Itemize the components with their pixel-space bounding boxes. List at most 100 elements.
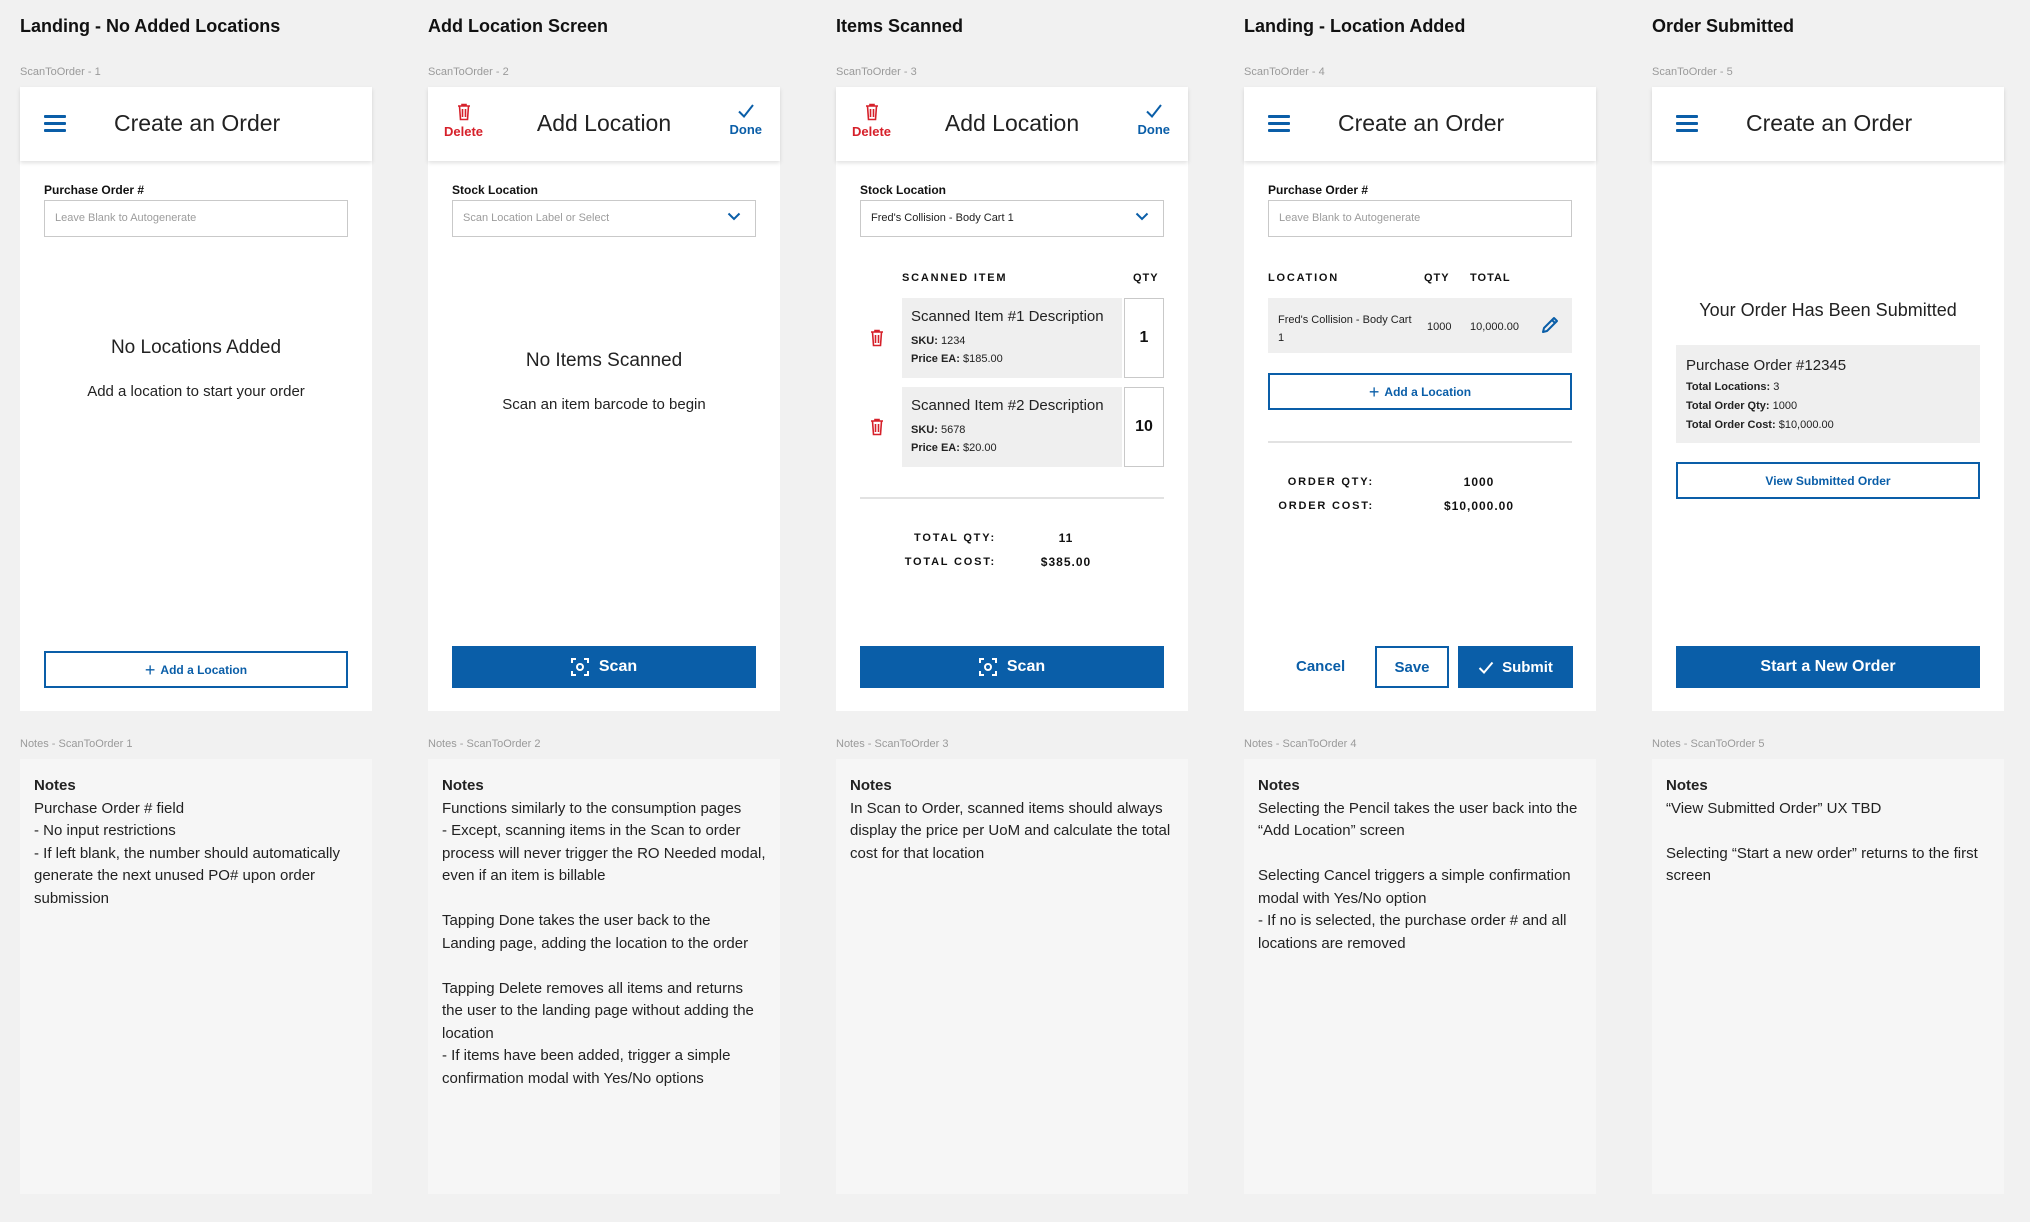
notes-panel: Notes Selecting the Pencil takes the use… bbox=[1244, 759, 1596, 1194]
add-location-button[interactable]: + Add a Location bbox=[44, 651, 348, 688]
scanned-item-row[interactable]: Scanned Item #2 Description SKU: 5678 Pr… bbox=[902, 387, 1122, 467]
app-title: Create an Order bbox=[114, 110, 281, 136]
notes-body: Functions similarly to the consumption p… bbox=[442, 799, 766, 1087]
column-header-qty: QTY bbox=[1133, 272, 1159, 284]
stock-location-select[interactable]: Scan Location Label or Select bbox=[452, 200, 756, 237]
add-location-label: Add a Location bbox=[1384, 384, 1472, 399]
phone-frame: Delete Add Location Done Stock Location … bbox=[428, 87, 780, 711]
check-icon bbox=[1146, 104, 1162, 119]
scan-button[interactable]: Scan bbox=[860, 646, 1164, 688]
stock-location-label: Stock Location bbox=[452, 183, 539, 197]
screen-title: Landing - No Added Locations bbox=[20, 16, 281, 36]
empty-state-title: No Items Scanned bbox=[525, 350, 683, 371]
done-button[interactable]: Done bbox=[729, 103, 763, 137]
notes-frame-label: Notes - ScanToOrder 1 bbox=[20, 738, 133, 750]
scan-icon bbox=[570, 658, 589, 676]
notes-frame-label: Notes - ScanToOrder 4 bbox=[1244, 738, 1357, 750]
po-input[interactable]: Leave Blank to Autogenerate bbox=[1268, 200, 1572, 237]
app-title: Add Location bbox=[536, 110, 672, 136]
submit-label: Submit bbox=[1502, 658, 1553, 676]
order-qty-label: ORDER QTY: bbox=[1287, 476, 1374, 488]
app-title: Add Location bbox=[944, 110, 1080, 136]
screen-title: Landing - Location Added bbox=[1244, 16, 1466, 36]
scanned-item-row[interactable]: Scanned Item #1 Description SKU: 1234 Pr… bbox=[902, 298, 1122, 378]
frame-label: ScanToOrder - 2 bbox=[428, 66, 509, 78]
add-location-label: Add a Location bbox=[160, 662, 248, 677]
trash-icon[interactable] bbox=[870, 329, 884, 347]
phone-frame: Create an Order Your Order Has Been Subm… bbox=[1652, 87, 2004, 711]
item-price: Price EA: $20.00 bbox=[911, 442, 997, 454]
stock-location-placeholder: Scan Location Label or Select bbox=[463, 212, 610, 224]
divider bbox=[1268, 441, 1572, 443]
app-bar: Create an Order bbox=[1652, 87, 2004, 161]
total-order-qty: Total Order Qty: 1000 bbox=[1686, 400, 1798, 412]
menu-icon[interactable] bbox=[1268, 115, 1290, 133]
done-label: Done bbox=[1137, 122, 1171, 137]
app-title: Create an Order bbox=[1338, 110, 1505, 136]
empty-state-subtitle: Scan an item barcode to begin bbox=[502, 396, 706, 413]
item-qty-input[interactable]: 10 bbox=[1124, 387, 1164, 467]
frame-label: ScanToOrder - 5 bbox=[1652, 66, 1733, 78]
scan-button[interactable]: Scan bbox=[452, 646, 756, 688]
trash-icon[interactable] bbox=[870, 418, 884, 436]
check-icon bbox=[1478, 661, 1494, 674]
location-row[interactable]: Fred's Collision - Body Cart 1 1000 10,0… bbox=[1268, 298, 1572, 353]
scan-label: Scan bbox=[598, 658, 638, 675]
po-input[interactable]: Leave Blank to Autogenerate bbox=[44, 200, 348, 237]
view-submitted-order-label: View Submitted Order bbox=[1765, 473, 1891, 488]
order-cost-value: $10,000.00 bbox=[1443, 499, 1515, 513]
total-cost-value: $385.00 bbox=[1040, 555, 1092, 569]
po-number: Purchase Order #12345 bbox=[1686, 357, 1847, 374]
notes-heading: Notes bbox=[1666, 777, 1708, 794]
order-cost-label: ORDER COST: bbox=[1278, 500, 1374, 512]
notes-panel: Notes In Scan to Order, scanned items sh… bbox=[836, 759, 1188, 1194]
scan-icon bbox=[978, 658, 997, 676]
menu-icon[interactable] bbox=[1676, 115, 1698, 133]
done-button[interactable]: Done bbox=[1137, 103, 1171, 137]
item-name: Scanned Item #1 Description bbox=[911, 308, 1104, 325]
notes-panel: Notes Functions similarly to the consump… bbox=[428, 759, 780, 1194]
screen-title: Order Submitted bbox=[1652, 16, 1795, 36]
notes-heading: Notes bbox=[34, 777, 76, 794]
app-bar: Create an Order bbox=[20, 87, 372, 161]
empty-state-subtitle: Add a location to start your order bbox=[87, 383, 305, 400]
frame-label: ScanToOrder - 3 bbox=[836, 66, 917, 78]
phone-frame: Create an Order Purchase Order # Leave B… bbox=[1244, 87, 1596, 711]
notes-body: “View Submitted Order” UX TBD Selecting … bbox=[1666, 799, 1978, 885]
empty-state-title: No Locations Added bbox=[110, 337, 282, 358]
location-qty: 1000 bbox=[1427, 321, 1452, 333]
item-price: Price EA: $185.00 bbox=[911, 353, 1003, 365]
menu-icon[interactable] bbox=[44, 115, 66, 133]
submit-button[interactable]: Submit bbox=[1458, 646, 1573, 688]
scan-label: Scan bbox=[1006, 658, 1046, 675]
po-field-label: Purchase Order # bbox=[44, 183, 145, 197]
start-new-order-button[interactable]: Start a New Order bbox=[1676, 646, 1980, 688]
view-submitted-order-button[interactable]: View Submitted Order bbox=[1676, 462, 1980, 499]
column-header-qty: QTY bbox=[1424, 272, 1450, 284]
plus-icon: + bbox=[1368, 381, 1380, 402]
add-location-button[interactable]: + Add a Location bbox=[1268, 373, 1572, 410]
item-sku: SKU: 5678 bbox=[911, 424, 966, 436]
total-qty-label: TOTAL QTY: bbox=[914, 532, 996, 544]
stock-location-select[interactable]: Fred's Collision - Body Cart 1 bbox=[860, 200, 1164, 237]
save-button[interactable]: Save bbox=[1375, 646, 1449, 688]
phone-frame: Delete Add Location Done Stock Location … bbox=[836, 87, 1188, 711]
total-order-cost: Total Order Cost: $10,000.00 bbox=[1686, 419, 1834, 431]
pencil-icon[interactable] bbox=[1540, 315, 1560, 335]
divider bbox=[860, 497, 1164, 499]
app-bar: Delete Add Location Done bbox=[836, 87, 1188, 161]
notes-frame-label: Notes - ScanToOrder 2 bbox=[428, 738, 541, 750]
frame-label: ScanToOrder - 1 bbox=[20, 66, 101, 78]
notes-panel: Notes “View Submitted Order” UX TBD Sele… bbox=[1652, 759, 2004, 1194]
order-summary-box: Purchase Order #12345 Total Locations: 3… bbox=[1676, 345, 1980, 443]
total-locations: Total Locations: 3 bbox=[1686, 381, 1780, 393]
phone-frame: Create an Order Purchase Order # Leave B… bbox=[20, 87, 372, 711]
item-qty-input[interactable]: 1 bbox=[1124, 298, 1164, 378]
notes-heading: Notes bbox=[442, 777, 484, 794]
cancel-button[interactable]: Cancel bbox=[1296, 658, 1345, 675]
screen-title: Items Scanned bbox=[836, 16, 964, 36]
total-cost-label: TOTAL COST: bbox=[904, 556, 996, 568]
app-bar: Delete Add Location Done bbox=[428, 87, 780, 161]
app-bar: Create an Order bbox=[1244, 87, 1596, 161]
done-label: Done bbox=[729, 122, 763, 137]
